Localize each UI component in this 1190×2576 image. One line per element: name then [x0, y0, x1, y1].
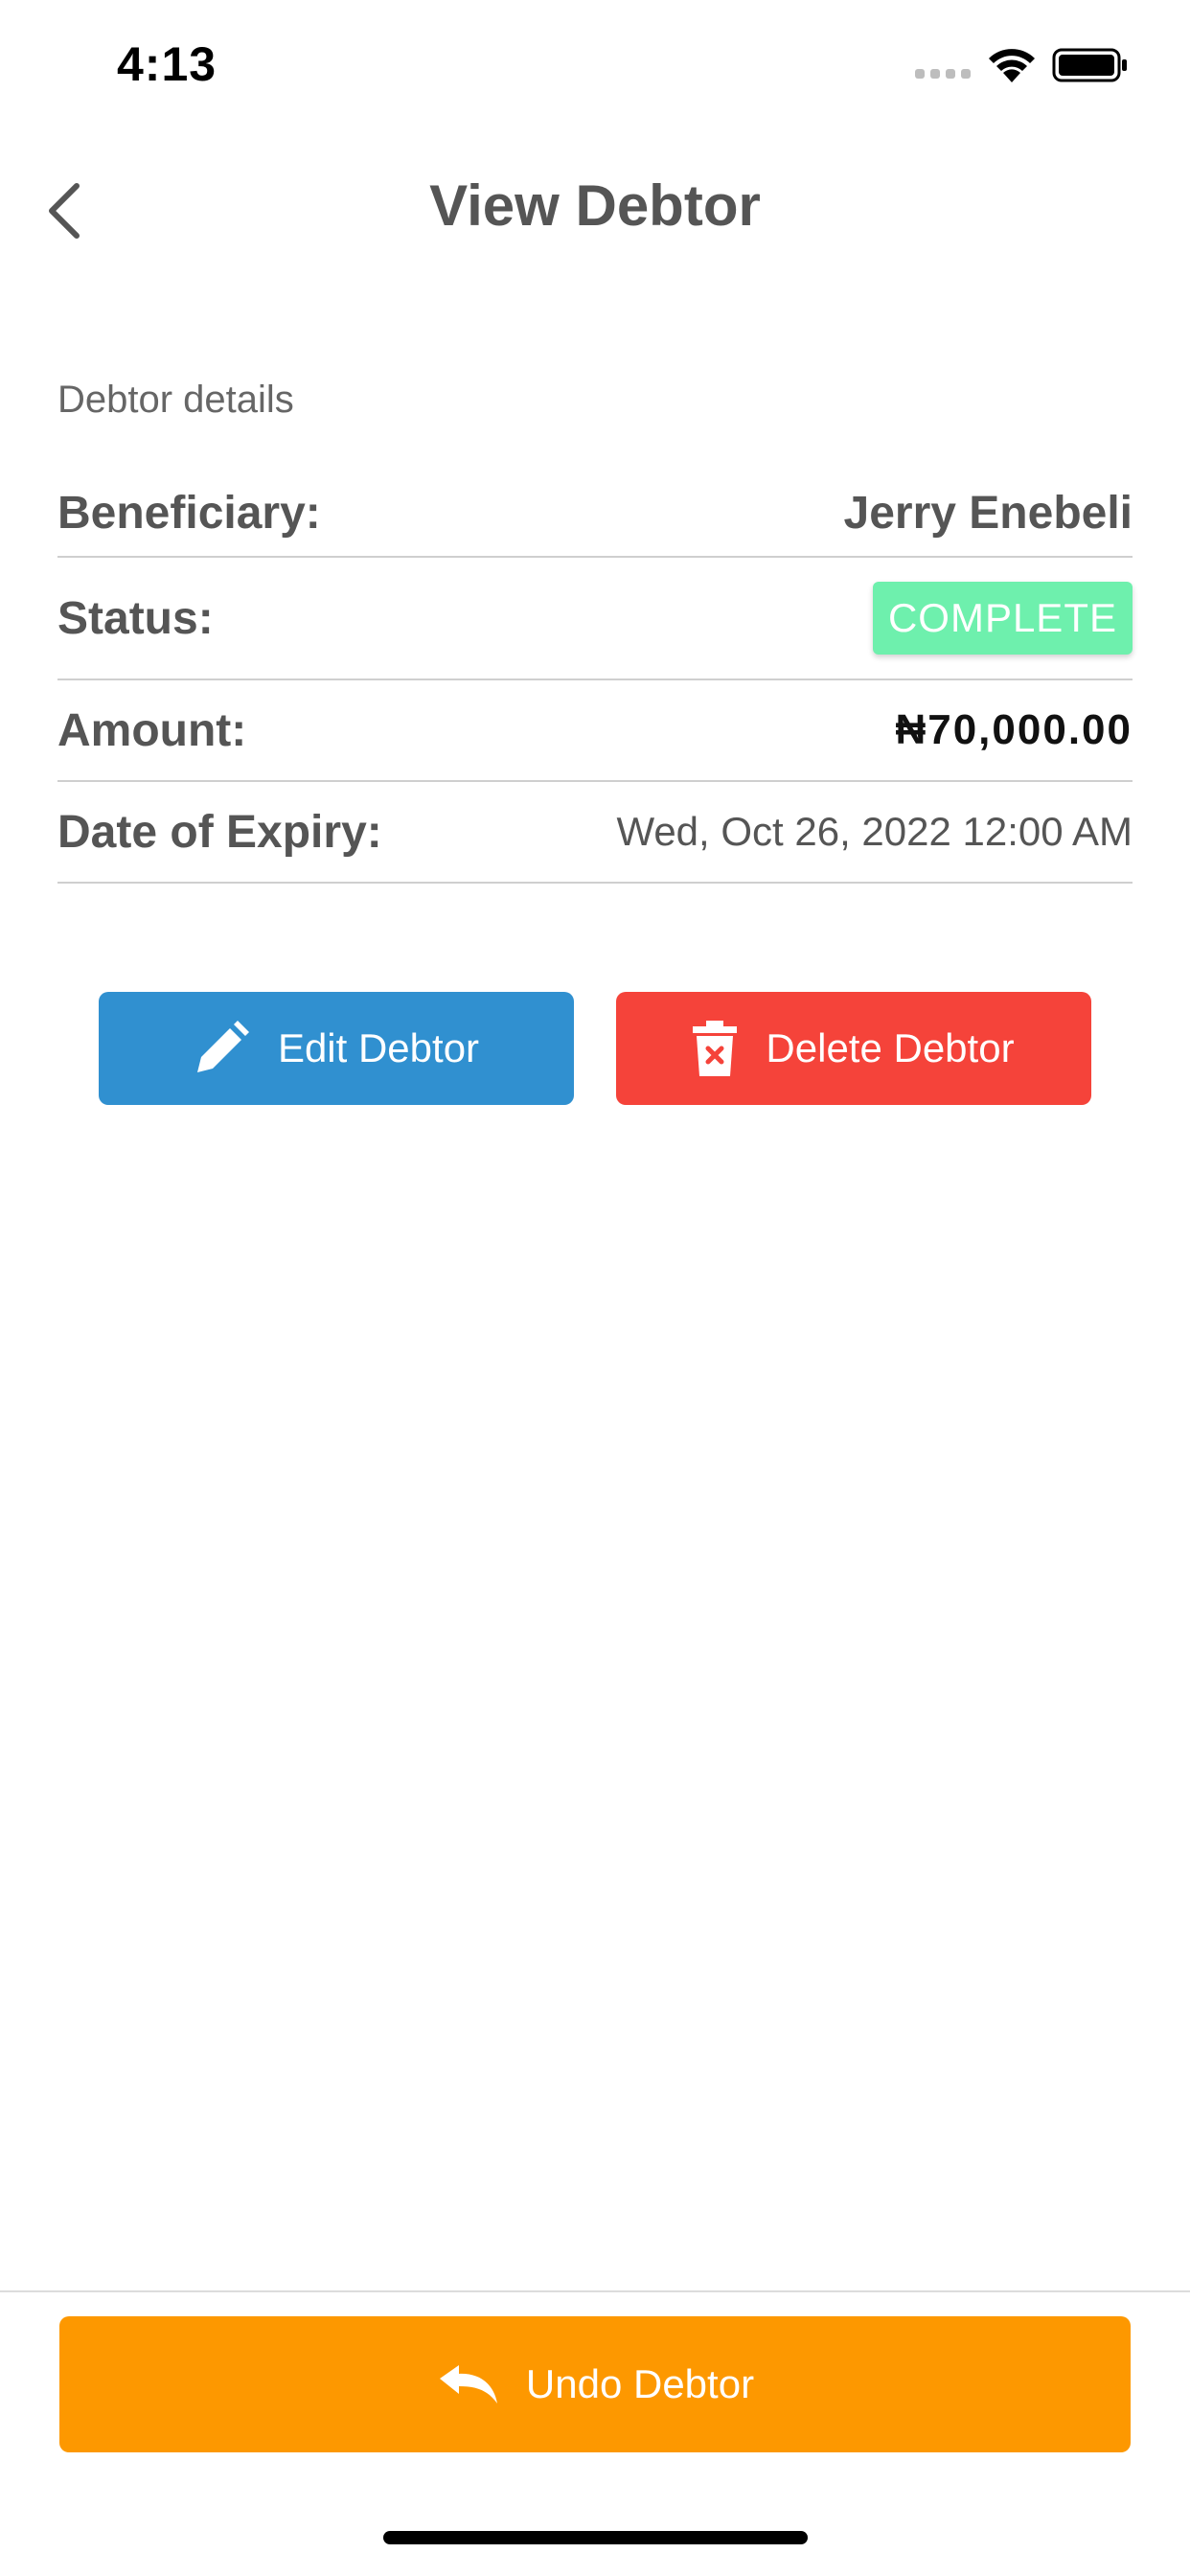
- view-debtor-screen: 4:13 View Debtor Debtor details Benefici…: [0, 0, 1190, 2576]
- bottom-divider: [0, 2290, 1190, 2292]
- section-label: Debtor details: [57, 379, 294, 421]
- page-title: View Debtor: [429, 173, 761, 238]
- header: View Debtor: [0, 144, 1190, 278]
- cellular-signal-icon: [915, 69, 971, 79]
- beneficiary-value: Jerry Enebeli: [843, 487, 1133, 539]
- status-label: Status:: [57, 592, 214, 644]
- beneficiary-row: Beneficiary: Jerry Enebeli: [57, 470, 1133, 558]
- trash-icon: [693, 1021, 738, 1076]
- home-indicator: [383, 2531, 808, 2544]
- status-bar: 4:13: [0, 0, 1190, 125]
- expiry-row: Date of Expiry: Wed, Oct 26, 2022 12:00 …: [57, 782, 1133, 884]
- edit-debtor-label: Edit Debtor: [277, 1025, 480, 1070]
- edit-debtor-button[interactable]: Edit Debtor: [99, 992, 574, 1105]
- wifi-icon: [989, 49, 1035, 82]
- expiry-label: Date of Expiry:: [57, 806, 382, 858]
- delete-debtor-label: Delete Debtor: [766, 1025, 1015, 1070]
- undo-debtor-button[interactable]: Undo Debtor: [59, 2316, 1131, 2452]
- battery-icon: [1052, 48, 1127, 82]
- pencil-icon: [196, 1021, 249, 1072]
- expiry-value: Wed, Oct 26, 2022 12:00 AM: [616, 809, 1133, 854]
- undo-debtor-label: Undo Debtor: [525, 2361, 755, 2406]
- beneficiary-label: Beneficiary:: [57, 487, 321, 539]
- status-badge: COMPLETE: [872, 582, 1133, 655]
- undo-icon: [439, 2365, 497, 2404]
- amount-value: ₦70,000.00: [895, 706, 1133, 753]
- delete-debtor-button[interactable]: Delete Debtor: [616, 992, 1091, 1105]
- status-row: Status: COMPLETE: [57, 558, 1133, 680]
- amount-label: Amount:: [57, 704, 247, 756]
- status-time: 4:13: [117, 37, 217, 91]
- amount-row: Amount: ₦70,000.00: [57, 680, 1133, 782]
